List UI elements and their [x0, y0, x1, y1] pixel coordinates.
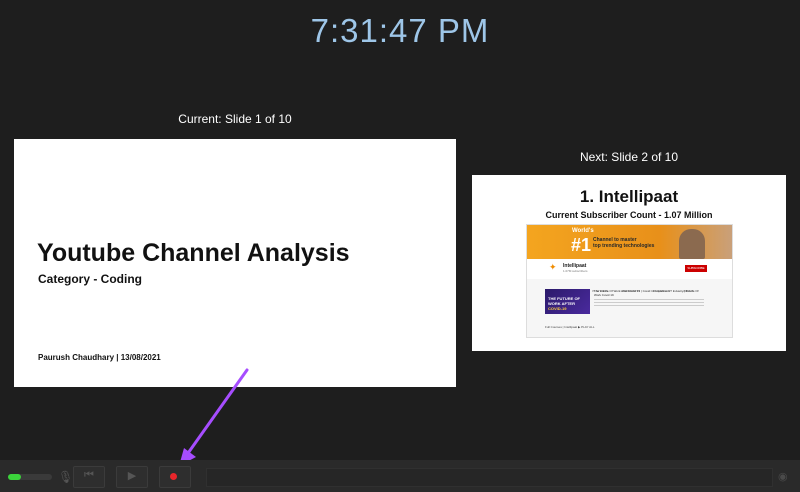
play-button[interactable]: ▶ — [116, 466, 148, 488]
microphone-icon[interactable]: 🎙 — [58, 470, 73, 484]
camera-icon[interactable]: ◉ — [778, 470, 788, 483]
presenter-toolbar: 🎙 ⏮ ▶ ◉ — [0, 460, 800, 492]
play-icon: ▶ — [127, 470, 137, 482]
previous-button[interactable]: ⏮ — [73, 466, 105, 488]
record-icon — [170, 473, 177, 480]
annotation-arrow — [179, 368, 249, 466]
audio-level-fill — [8, 474, 21, 480]
timeline-bar[interactable] — [206, 468, 773, 487]
previous-icon: ⏮ — [84, 469, 94, 481]
